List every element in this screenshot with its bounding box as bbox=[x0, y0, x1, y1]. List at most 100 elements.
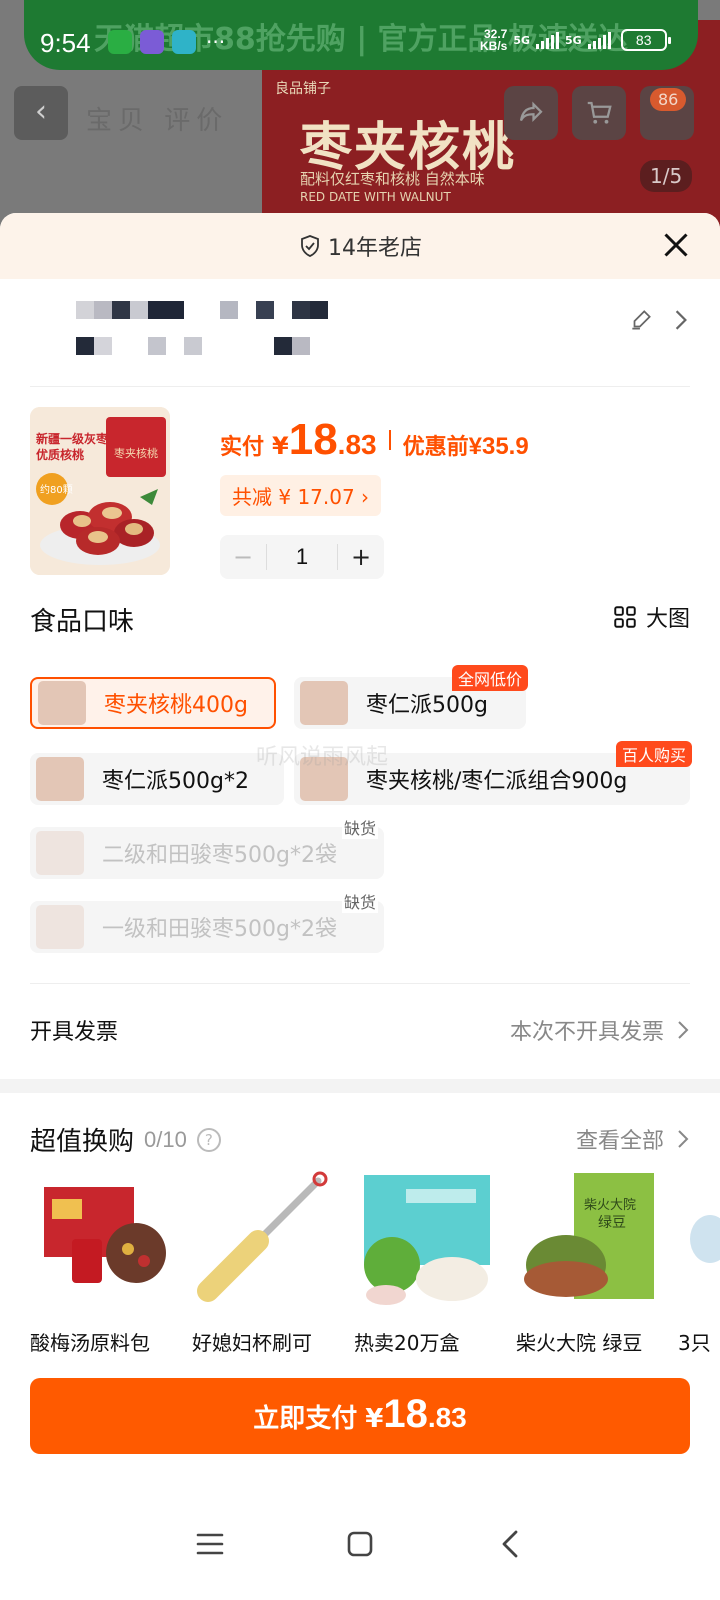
cart-badge: 86 bbox=[650, 88, 687, 111]
quantity-value[interactable]: 1 bbox=[266, 544, 338, 570]
trade-in-deals: 超值换购 0/10 ? 查看全部 酸梅汤原料包 好媳妇杯刷可 热卖20万盒 柴火… bbox=[0, 1093, 720, 1383]
cart-button[interactable] bbox=[572, 86, 626, 140]
variant-thumbnail bbox=[300, 681, 348, 725]
deal-name: 酸梅汤原料包 bbox=[30, 1331, 150, 1355]
background-back-button[interactable]: ‹ bbox=[14, 86, 68, 140]
wechat-icon bbox=[108, 30, 132, 54]
deals-title: 超值换购 bbox=[30, 1127, 135, 1157]
back-icon[interactable] bbox=[490, 1524, 530, 1564]
background-tabs[interactable]: 宝贝 评价 bbox=[86, 100, 228, 137]
variant-option[interactable]: 枣仁派500g*2 bbox=[30, 753, 284, 805]
variant-thumbnail bbox=[36, 757, 84, 801]
variant-option-disabled[interactable]: 一级和田骏枣500g*2袋 缺货 bbox=[30, 889, 384, 953]
chevron-right-icon bbox=[678, 1130, 689, 1148]
big-view-button[interactable]: 大图 bbox=[612, 601, 690, 633]
battery-icon: 83 bbox=[620, 29, 671, 51]
price-line: 实付 ¥ 18 .83 优惠前 ¥35.9 bbox=[220, 415, 529, 465]
signal-icon bbox=[536, 31, 560, 49]
deal-image bbox=[356, 1169, 496, 1309]
network-type-2: 5G bbox=[565, 33, 582, 47]
address-row[interactable] bbox=[30, 279, 690, 387]
variants-title: 食品口味 bbox=[30, 607, 135, 637]
close-icon[interactable] bbox=[658, 227, 694, 263]
deal-pack-text-1: 柴火大院 bbox=[584, 1198, 636, 1213]
deal-name: 3只 bbox=[678, 1331, 711, 1355]
see-all-label: 查看全部 bbox=[575, 1129, 664, 1154]
variant-thumbnail bbox=[36, 831, 84, 875]
pay-now-button[interactable]: 立即支付 ¥ 18 .83 bbox=[30, 1378, 690, 1454]
home-icon[interactable] bbox=[340, 1524, 380, 1564]
variant-option[interactable]: 枣仁派500g 全网低价 bbox=[294, 665, 528, 729]
share-button[interactable] bbox=[504, 86, 558, 140]
discount-detail-button[interactable]: 共减 ¥ 17.07 › bbox=[220, 475, 382, 516]
invoice-value-text: 本次不开具发票 bbox=[509, 1020, 664, 1045]
price-divider bbox=[388, 430, 391, 450]
background-product-brand: 良品铺子 bbox=[275, 81, 331, 97]
chevron-right-icon[interactable] bbox=[672, 309, 690, 331]
deals-header: 超值换购 0/10 ? bbox=[30, 1121, 221, 1158]
address-actions bbox=[628, 307, 690, 333]
pay-now-amount-int: 18 bbox=[383, 1392, 428, 1436]
cart-icon bbox=[587, 101, 612, 124]
increase-button[interactable]: + bbox=[338, 543, 384, 571]
decrease-button[interactable]: − bbox=[220, 543, 266, 571]
deal-name: 好媳妇杯刷可 bbox=[192, 1331, 312, 1355]
deal-image bbox=[194, 1169, 334, 1309]
network-type-1: 5G bbox=[513, 33, 531, 47]
invoice-label: 开具发票 bbox=[30, 1020, 119, 1045]
variant-tag: 全网低价 bbox=[451, 665, 528, 691]
sheet-header: 14年老店 bbox=[0, 213, 720, 279]
variant-tag: 百人购买 bbox=[615, 741, 692, 767]
pay-amount-dec: .83 bbox=[337, 429, 377, 460]
deal-item[interactable]: 热卖20万盒 bbox=[354, 1169, 504, 1356]
status-more: ··· bbox=[206, 30, 226, 54]
product-image: 枣夹核桃 新疆一级灰枣 优质核桃 约80颗 bbox=[30, 407, 170, 575]
shop-badge-label: 14年老店 bbox=[328, 236, 422, 261]
menu-icon[interactable] bbox=[190, 1524, 230, 1564]
address-redacted-line-2 bbox=[76, 337, 310, 355]
variant-label: 二级和田骏枣500g*2袋 bbox=[102, 843, 337, 868]
net-speed-unit: KB/s bbox=[480, 39, 508, 53]
deal-image bbox=[680, 1169, 720, 1309]
deal-pack-text-2: 绿豆 bbox=[598, 1215, 626, 1231]
product-image-pack-text: 枣夹核桃 bbox=[114, 446, 158, 460]
deal-item[interactable]: 好媳妇杯刷可 bbox=[192, 1169, 342, 1356]
variant-option-disabled[interactable]: 二级和田骏枣500g*2袋 缺货 bbox=[30, 815, 384, 879]
deal-name: 柴火大院 绿豆 bbox=[516, 1331, 643, 1355]
deal-item[interactable]: 3只 bbox=[678, 1169, 720, 1356]
pay-label: 实付 bbox=[220, 435, 265, 460]
status-app-icons: ··· bbox=[108, 30, 225, 54]
checkout-sheet: 14年老店 枣夹核桃 新疆一级灰枣 优质核桃 约80颗 实付 ¥ 18 .83 … bbox=[0, 213, 720, 1600]
variant-thumbnail bbox=[38, 681, 86, 725]
image-page-indicator: 1/5 bbox=[640, 160, 693, 192]
pay-now-amount-dec: .83 bbox=[427, 1402, 467, 1433]
invoice-row[interactable]: 开具发票 本次不开具发票 bbox=[30, 983, 690, 1075]
background-product-en: RED DATE WITH WALNUT bbox=[300, 190, 451, 204]
pay-currency: ¥ bbox=[272, 432, 289, 460]
help-icon[interactable]: ? bbox=[196, 1127, 221, 1152]
deal-item[interactable]: 酸梅汤原料包 bbox=[30, 1169, 180, 1356]
see-all-link[interactable]: 查看全部 bbox=[576, 1123, 690, 1155]
out-of-stock-tag: 缺货 bbox=[341, 815, 378, 839]
original-price-label: 优惠前 bbox=[402, 435, 469, 460]
quantity-stepper: − 1 + bbox=[220, 535, 384, 579]
deal-image: 柴火大院 绿豆 bbox=[518, 1169, 658, 1309]
grid-icon bbox=[614, 606, 636, 628]
product-image-caption-2: 优质核桃 bbox=[36, 447, 84, 462]
variant-label: 枣夹核桃400g bbox=[104, 693, 248, 718]
variant-option-selected[interactable]: 枣夹核桃400g bbox=[30, 677, 276, 729]
pay-now-currency: ¥ bbox=[365, 1404, 384, 1434]
edit-icon[interactable] bbox=[628, 307, 654, 333]
product-summary: 枣夹核桃 新疆一级灰枣 优质核桃 约80颗 实付 ¥ 18 .83 优惠前 ¥3… bbox=[30, 387, 690, 587]
original-price: ¥35.9 bbox=[468, 433, 529, 460]
status-time: 9:54 bbox=[40, 28, 91, 58]
deals-count: 0/10 bbox=[144, 1126, 187, 1152]
shop-badge: 14年老店 bbox=[298, 230, 422, 262]
product-image-caption-1: 新疆一级灰枣 bbox=[36, 431, 109, 446]
invoice-value: 本次不开具发票 bbox=[510, 1014, 690, 1046]
deal-name: 热卖20万盒 bbox=[354, 1331, 460, 1355]
variant-thumbnail bbox=[36, 905, 84, 949]
deal-item[interactable]: 柴火大院绿豆 柴火大院 绿豆 bbox=[516, 1169, 666, 1356]
deal-image bbox=[32, 1169, 172, 1309]
app-icon bbox=[140, 30, 164, 54]
